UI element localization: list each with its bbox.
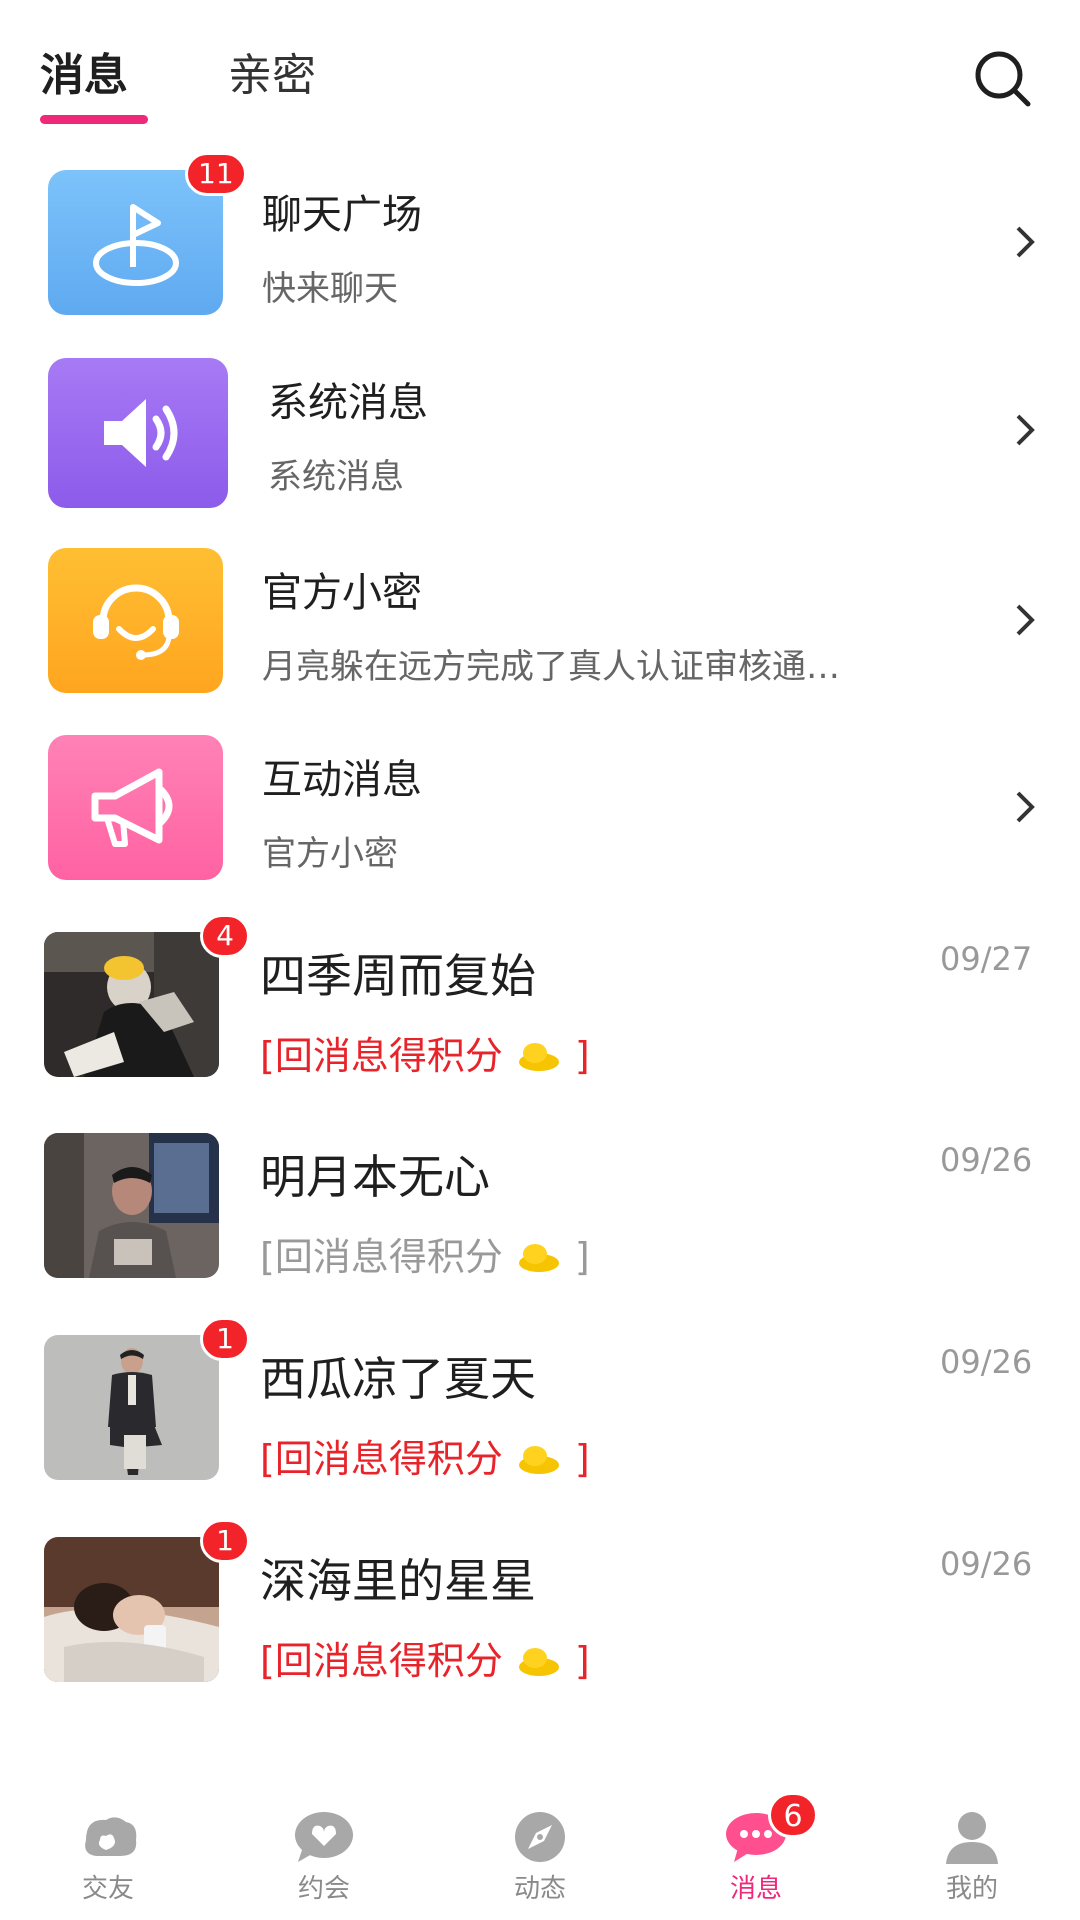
messages-page: 消息 亲密 11 聊天广场 快来聊天 系统消息 系统消息 官方小密 月亮躲在远方… [0,0,1080,1920]
avatar[interactable] [44,1133,219,1278]
preview-text: [回消息得积分 [260,1639,503,1683]
preview-suffix: ] [574,1639,590,1683]
chat-row[interactable]: 1 深海里的星星 09/26 [回消息得积分 ] [0,1519,1080,1727]
coin-icon [518,1043,559,1071]
item-subtitle: 月亮躲在远方完成了真人认证审核通… [262,647,840,687]
contact-name: 明月本无心 [260,1150,490,1204]
item-subtitle: 系统消息 [268,457,404,497]
bottom-nav: 交友 约会 动态 消息 6 我的 [0,1792,1080,1920]
profile-icon [946,1812,998,1864]
avatar[interactable] [44,932,219,1077]
item-subtitle: 官方小密 [262,834,398,874]
message-preview: [回消息得积分 ] [260,1233,590,1281]
nav-label: 约会 [297,1874,350,1904]
chevron-right-icon [1016,414,1035,446]
list-item-official[interactable]: 官方小密 月亮躲在远方完成了真人认证审核通… [0,548,1080,718]
coin-icon [518,1244,559,1272]
nav-label: 动态 [513,1874,566,1904]
item-title: 官方小密 [262,570,422,616]
nav-moments[interactable]: 动态 [460,1810,620,1920]
message-date: 09/26 [940,1141,1033,1179]
headset-icon [48,548,223,693]
unread-badge: 1 [200,1317,250,1361]
list-item-system-messages[interactable]: 系统消息 系统消息 [0,358,1080,528]
chat-row[interactable]: 明月本无心 09/26 [回消息得积分 ] [0,1133,1080,1323]
unread-badge: 1 [200,1519,250,1563]
contact-name: 西瓜凉了夏天 [260,1352,536,1406]
nav-friends[interactable]: 交友 [28,1810,188,1920]
nav-unread-badge: 6 [768,1792,818,1838]
nav-label: 消息 [729,1874,782,1904]
contact-name: 深海里的星星 [260,1554,536,1608]
nav-profile[interactable]: 我的 [892,1810,1052,1920]
list-item-chat-square[interactable]: 11 聊天广场 快来聊天 [0,152,1080,340]
coin-icon [518,1648,559,1676]
chevron-right-icon [1016,791,1035,823]
search-icon[interactable] [970,46,1034,110]
contact-name: 四季周而复始 [260,949,536,1003]
speaker-icon [48,358,228,508]
preview-suffix: ] [574,1235,590,1279]
item-title: 互动消息 [262,757,422,803]
avatar[interactable] [44,1335,219,1480]
item-title: 聊天广场 [262,192,422,238]
nav-label: 交友 [81,1874,134,1904]
list-item-interaction[interactable]: 互动消息 官方小密 [0,735,1080,905]
friends-icon [85,1817,137,1856]
tab-messages[interactable]: 消息 [40,48,128,104]
nav-label: 我的 [945,1874,998,1904]
message-preview: [回消息得积分 ] [260,1032,590,1080]
avatar[interactable] [44,1537,219,1682]
nav-messages[interactable]: 消息 6 [676,1792,836,1920]
chevron-right-icon [1016,226,1035,258]
chat-row[interactable]: 1 西瓜凉了夏天 09/26 [回消息得积分 ] [0,1317,1080,1525]
chevron-right-icon [1016,604,1035,636]
message-date: 09/27 [940,940,1033,978]
message-date: 09/26 [940,1545,1033,1583]
message-preview: [回消息得积分 ] [260,1637,590,1685]
message-preview: [回消息得积分 ] [260,1435,590,1483]
preview-text: [回消息得积分 [260,1235,503,1279]
nav-dating[interactable]: 约会 [244,1810,404,1920]
chat-row[interactable]: 4 四季周而复始 09/27 [回消息得积分 ] [0,914,1080,1122]
item-title: 系统消息 [268,380,428,426]
megaphone-icon [48,735,223,880]
item-subtitle: 快来聊天 [262,269,398,309]
unread-badge: 11 [185,152,247,196]
coin-icon [518,1446,559,1474]
preview-text: [回消息得积分 [260,1034,503,1078]
tab-intimate[interactable]: 亲密 [228,48,316,104]
preview-suffix: ] [574,1034,590,1078]
preview-suffix: ] [574,1437,590,1481]
unread-badge: 4 [200,914,250,958]
compass-icon [515,1812,565,1862]
active-tab-indicator [40,115,148,124]
preview-text: [回消息得积分 [260,1437,503,1481]
header: 消息 亲密 [0,0,1080,140]
heart-chat-icon [295,1812,353,1862]
message-date: 09/26 [940,1343,1033,1381]
